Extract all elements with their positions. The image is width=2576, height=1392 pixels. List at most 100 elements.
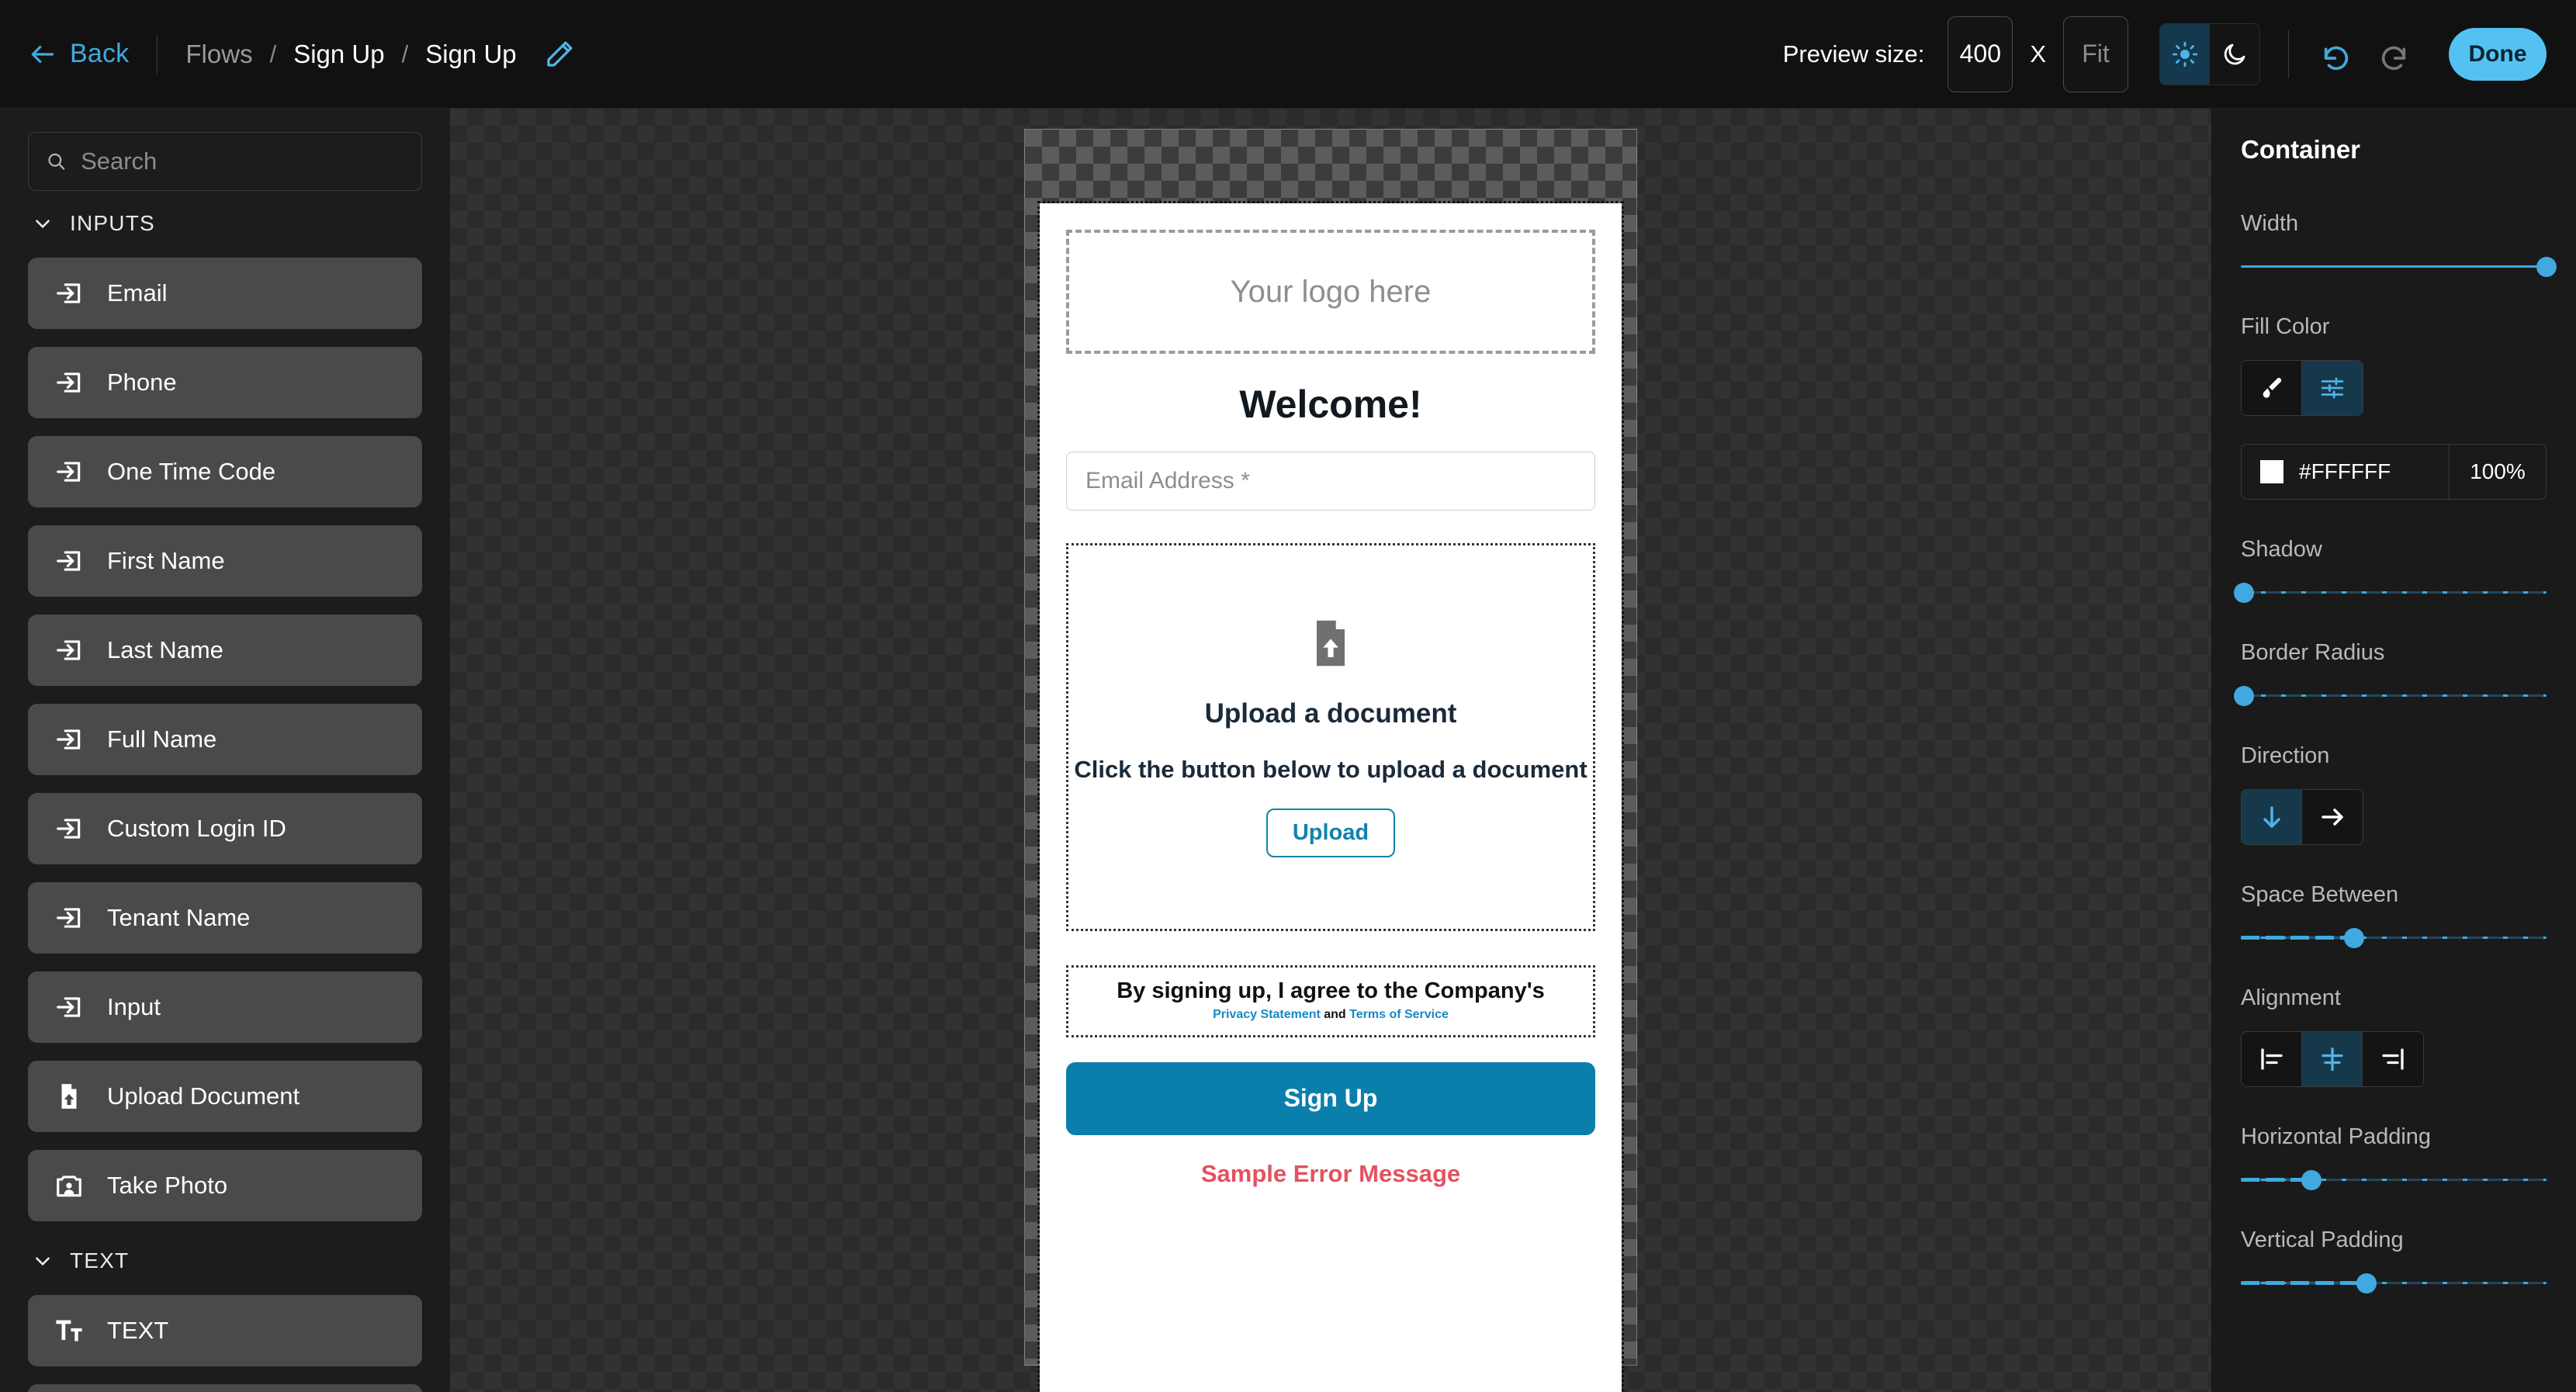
upload-document-block[interactable]: Upload a document Click the button below…	[1066, 543, 1595, 931]
palette-item-last-name[interactable]: Last Name	[28, 615, 422, 686]
fill-color-hex-field[interactable]: #FFFFFF	[2242, 445, 2450, 499]
direction-toggle-group	[2241, 789, 2363, 845]
palette-item-email[interactable]: Email	[28, 258, 422, 329]
design-canvas[interactable]: Your logo here Welcome! Email Address * …	[450, 109, 2211, 1392]
fill-mode-sliders-button[interactable]	[2302, 361, 2363, 415]
alignment-left-button[interactable]	[2242, 1032, 2302, 1086]
shadow-label: Shadow	[2241, 537, 2547, 563]
palette-item-tenant-name[interactable]: Tenant Name	[28, 882, 422, 954]
email-address-input[interactable]: Email Address *	[1066, 452, 1595, 511]
terms-agreement-block[interactable]: By signing up, I agree to the Company's …	[1066, 965, 1595, 1037]
palette-item-one-time-code[interactable]: One Time Code	[28, 436, 422, 507]
horizontal-padding-slider-knob[interactable]	[2301, 1170, 2322, 1190]
palette-item-take-photo[interactable]: Take Photo	[28, 1150, 422, 1221]
theme-dark-button[interactable]	[2210, 24, 2259, 85]
palette-item-input[interactable]: Input	[28, 971, 422, 1043]
terms-of-service-link[interactable]: Terms of Service	[1349, 1008, 1449, 1021]
upload-button[interactable]: Upload	[1266, 809, 1395, 857]
palette-item-label: TEXT	[107, 1317, 168, 1345]
logo-placeholder-slot[interactable]: Your logo here	[1066, 230, 1595, 354]
vertical-padding-slider[interactable]	[2241, 1273, 2547, 1293]
shadow-slider-track	[2241, 591, 2547, 594]
input-arrow-icon	[54, 992, 84, 1022]
breadcrumb-item-flows[interactable]: Flows	[185, 40, 252, 69]
palette-item-first-name[interactable]: First Name	[28, 525, 422, 597]
width-slider-knob[interactable]	[2536, 257, 2557, 277]
border-radius-slider[interactable]	[2241, 686, 2547, 706]
shadow-slider[interactable]	[2241, 583, 2547, 603]
alignment-right-button[interactable]	[2363, 1032, 2423, 1086]
palette-item-label: Take Photo	[107, 1172, 227, 1200]
palette-item-upload-document[interactable]: Upload Document	[28, 1061, 422, 1132]
space-between-slider[interactable]	[2241, 928, 2547, 948]
space-between-slider-knob[interactable]	[2344, 928, 2364, 948]
breadcrumb-item-signup-screen[interactable]: Sign Up	[425, 40, 516, 69]
align-right-icon	[2379, 1045, 2407, 1073]
property-border-radius: Border Radius	[2241, 640, 2547, 706]
breadcrumb-item-signup-flow[interactable]: Sign Up	[293, 40, 384, 69]
signup-button[interactable]: Sign Up	[1066, 1062, 1595, 1135]
search-field[interactable]	[28, 132, 422, 191]
fill-color-hex-value: #FFFFFF	[2299, 459, 2391, 484]
theme-light-button[interactable]	[2160, 24, 2210, 85]
palette-item-label: Tenant Name	[107, 904, 250, 932]
component-palette-sidebar: INPUTS Email Phone One Time Code	[0, 109, 450, 1392]
direction-vertical-button[interactable]	[2242, 790, 2302, 844]
upload-title: Upload a document	[1205, 698, 1457, 729]
shadow-slider-knob[interactable]	[2234, 583, 2254, 603]
properties-panel: Container Width Fill Color	[2211, 109, 2576, 1392]
preview-width-input[interactable]: 400	[1948, 16, 2013, 92]
email-address-placeholder: Email Address *	[1085, 468, 1250, 494]
back-button[interactable]: Back	[28, 39, 129, 69]
property-shadow: Shadow	[2241, 537, 2547, 603]
screen-preview-container[interactable]: Your logo here Welcome! Email Address * …	[1040, 203, 1622, 1392]
input-arrow-icon	[54, 546, 84, 576]
palette-item-text[interactable]: TEXT	[28, 1295, 422, 1366]
input-arrow-icon	[54, 725, 84, 754]
horizontal-padding-slider[interactable]	[2241, 1170, 2547, 1190]
direction-horizontal-button[interactable]	[2302, 790, 2363, 844]
privacy-statement-link[interactable]: Privacy Statement	[1213, 1008, 1321, 1021]
search-input[interactable]	[81, 147, 404, 175]
sun-icon	[2172, 41, 2198, 68]
palette-item-partial[interactable]	[28, 1384, 422, 1392]
palette-item-label: Phone	[107, 369, 177, 396]
document-upload-icon	[54, 1082, 84, 1111]
alignment-center-button[interactable]	[2302, 1032, 2363, 1086]
vertical-padding-slider-fill	[2241, 1281, 2367, 1285]
preview-size-x: X	[2030, 40, 2046, 68]
done-button[interactable]: Done	[2449, 28, 2547, 81]
fill-mode-brush-button[interactable]	[2242, 361, 2302, 415]
search-icon	[46, 150, 67, 173]
property-alignment: Alignment	[2241, 985, 2547, 1087]
palette-item-label: Email	[107, 279, 168, 307]
border-radius-slider-knob[interactable]	[2234, 686, 2254, 706]
chevron-down-icon	[33, 213, 53, 234]
palette-item-full-name[interactable]: Full Name	[28, 704, 422, 775]
breadcrumb: Flows / Sign Up / Sign Up	[185, 40, 516, 69]
chevron-down-icon	[33, 1251, 53, 1271]
palette-item-label: One Time Code	[107, 458, 275, 486]
signup-button-label: Sign Up	[1284, 1084, 1378, 1113]
fill-color-opacity-field[interactable]: 100%	[2450, 445, 2546, 499]
align-center-icon	[2318, 1045, 2346, 1073]
welcome-heading[interactable]: Welcome!	[1066, 382, 1595, 427]
border-radius-slider-track	[2241, 694, 2547, 697]
pencil-icon[interactable]	[543, 38, 576, 71]
fill-color-label: Fill Color	[2241, 314, 2547, 340]
vertical-padding-label: Vertical Padding	[2241, 1228, 2547, 1253]
palette-item-custom-login-id[interactable]: Custom Login ID	[28, 793, 422, 864]
redo-button[interactable]	[2365, 26, 2422, 83]
width-slider[interactable]	[2241, 257, 2547, 277]
preview-height-input[interactable]: Fit	[2063, 16, 2128, 92]
palette-item-phone[interactable]: Phone	[28, 347, 422, 418]
palette-group-header-text[interactable]: TEXT	[33, 1239, 422, 1283]
property-horizontal-padding: Horizontal Padding	[2241, 1124, 2547, 1190]
palette-item-label: Upload Document	[107, 1082, 299, 1110]
palette-item-label: Custom Login ID	[107, 815, 286, 843]
width-slider-track	[2241, 265, 2547, 268]
undo-button[interactable]	[2308, 26, 2365, 83]
theme-toggle-group	[2159, 23, 2260, 85]
palette-group-header-inputs[interactable]: INPUTS	[33, 202, 422, 245]
vertical-padding-slider-knob[interactable]	[2356, 1273, 2377, 1293]
